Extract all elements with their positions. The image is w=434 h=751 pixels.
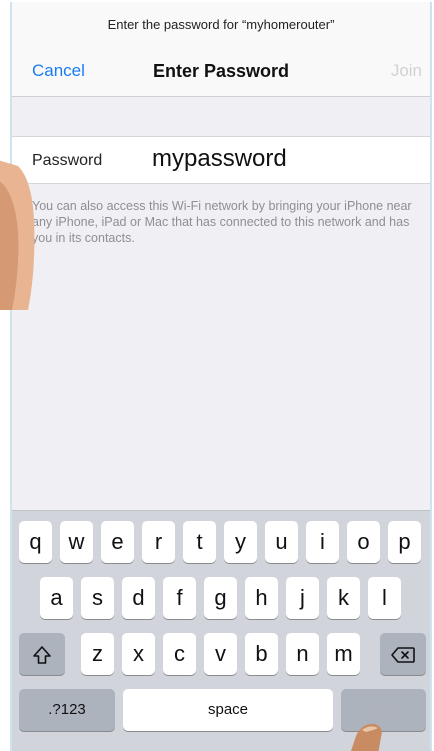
space-key[interactable]: space [123, 689, 333, 731]
key-g[interactable]: g [204, 577, 237, 619]
key-d[interactable]: d [122, 577, 155, 619]
numbers-key[interactable]: .?123 [19, 689, 115, 731]
key-e[interactable]: e [101, 521, 134, 563]
key-w[interactable]: w [60, 521, 93, 563]
key-q[interactable]: q [19, 521, 52, 563]
phone-screen: Enter the password for “myhomerouter” Ca… [10, 2, 432, 751]
key-l[interactable]: l [368, 577, 401, 619]
key-n[interactable]: n [286, 633, 319, 675]
key-j[interactable]: j [286, 577, 319, 619]
key-i[interactable]: i [306, 521, 339, 563]
key-t[interactable]: t [183, 521, 216, 563]
finger-image [351, 723, 382, 751]
key-a[interactable]: a [40, 577, 73, 619]
key-z[interactable]: z [81, 633, 114, 675]
key-h[interactable]: h [245, 577, 278, 619]
join-button[interactable]: Join [391, 61, 422, 81]
key-c[interactable]: c [163, 633, 196, 675]
key-k[interactable]: k [327, 577, 360, 619]
key-x[interactable]: x [122, 633, 155, 675]
key-r[interactable]: r [142, 521, 175, 563]
navigation-bar: Cancel Enter Password Join [12, 48, 430, 97]
shift-key[interactable] [19, 633, 65, 675]
key-v[interactable]: v [204, 633, 237, 675]
delete-key[interactable] [380, 633, 426, 675]
password-prompt: Enter the password for “myhomerouter” [12, 2, 430, 48]
password-label: Password [32, 152, 103, 169]
info-text: You can also access this Wi-Fi network b… [32, 199, 412, 245]
page-title: Enter Password [152, 61, 290, 81]
password-row: Password [12, 136, 430, 184]
key-u[interactable]: u [265, 521, 298, 563]
key-b[interactable]: b [245, 633, 278, 675]
key-m[interactable]: m [327, 633, 360, 675]
delete-icon [391, 647, 415, 663]
key-p[interactable]: p [388, 521, 421, 563]
password-field[interactable] [152, 143, 422, 175]
key-f[interactable]: f [163, 577, 196, 619]
key-s[interactable]: s [81, 577, 114, 619]
shift-icon [33, 646, 51, 664]
key-o[interactable]: o [347, 521, 380, 563]
key-y[interactable]: y [224, 521, 257, 563]
hand-image [0, 160, 35, 310]
